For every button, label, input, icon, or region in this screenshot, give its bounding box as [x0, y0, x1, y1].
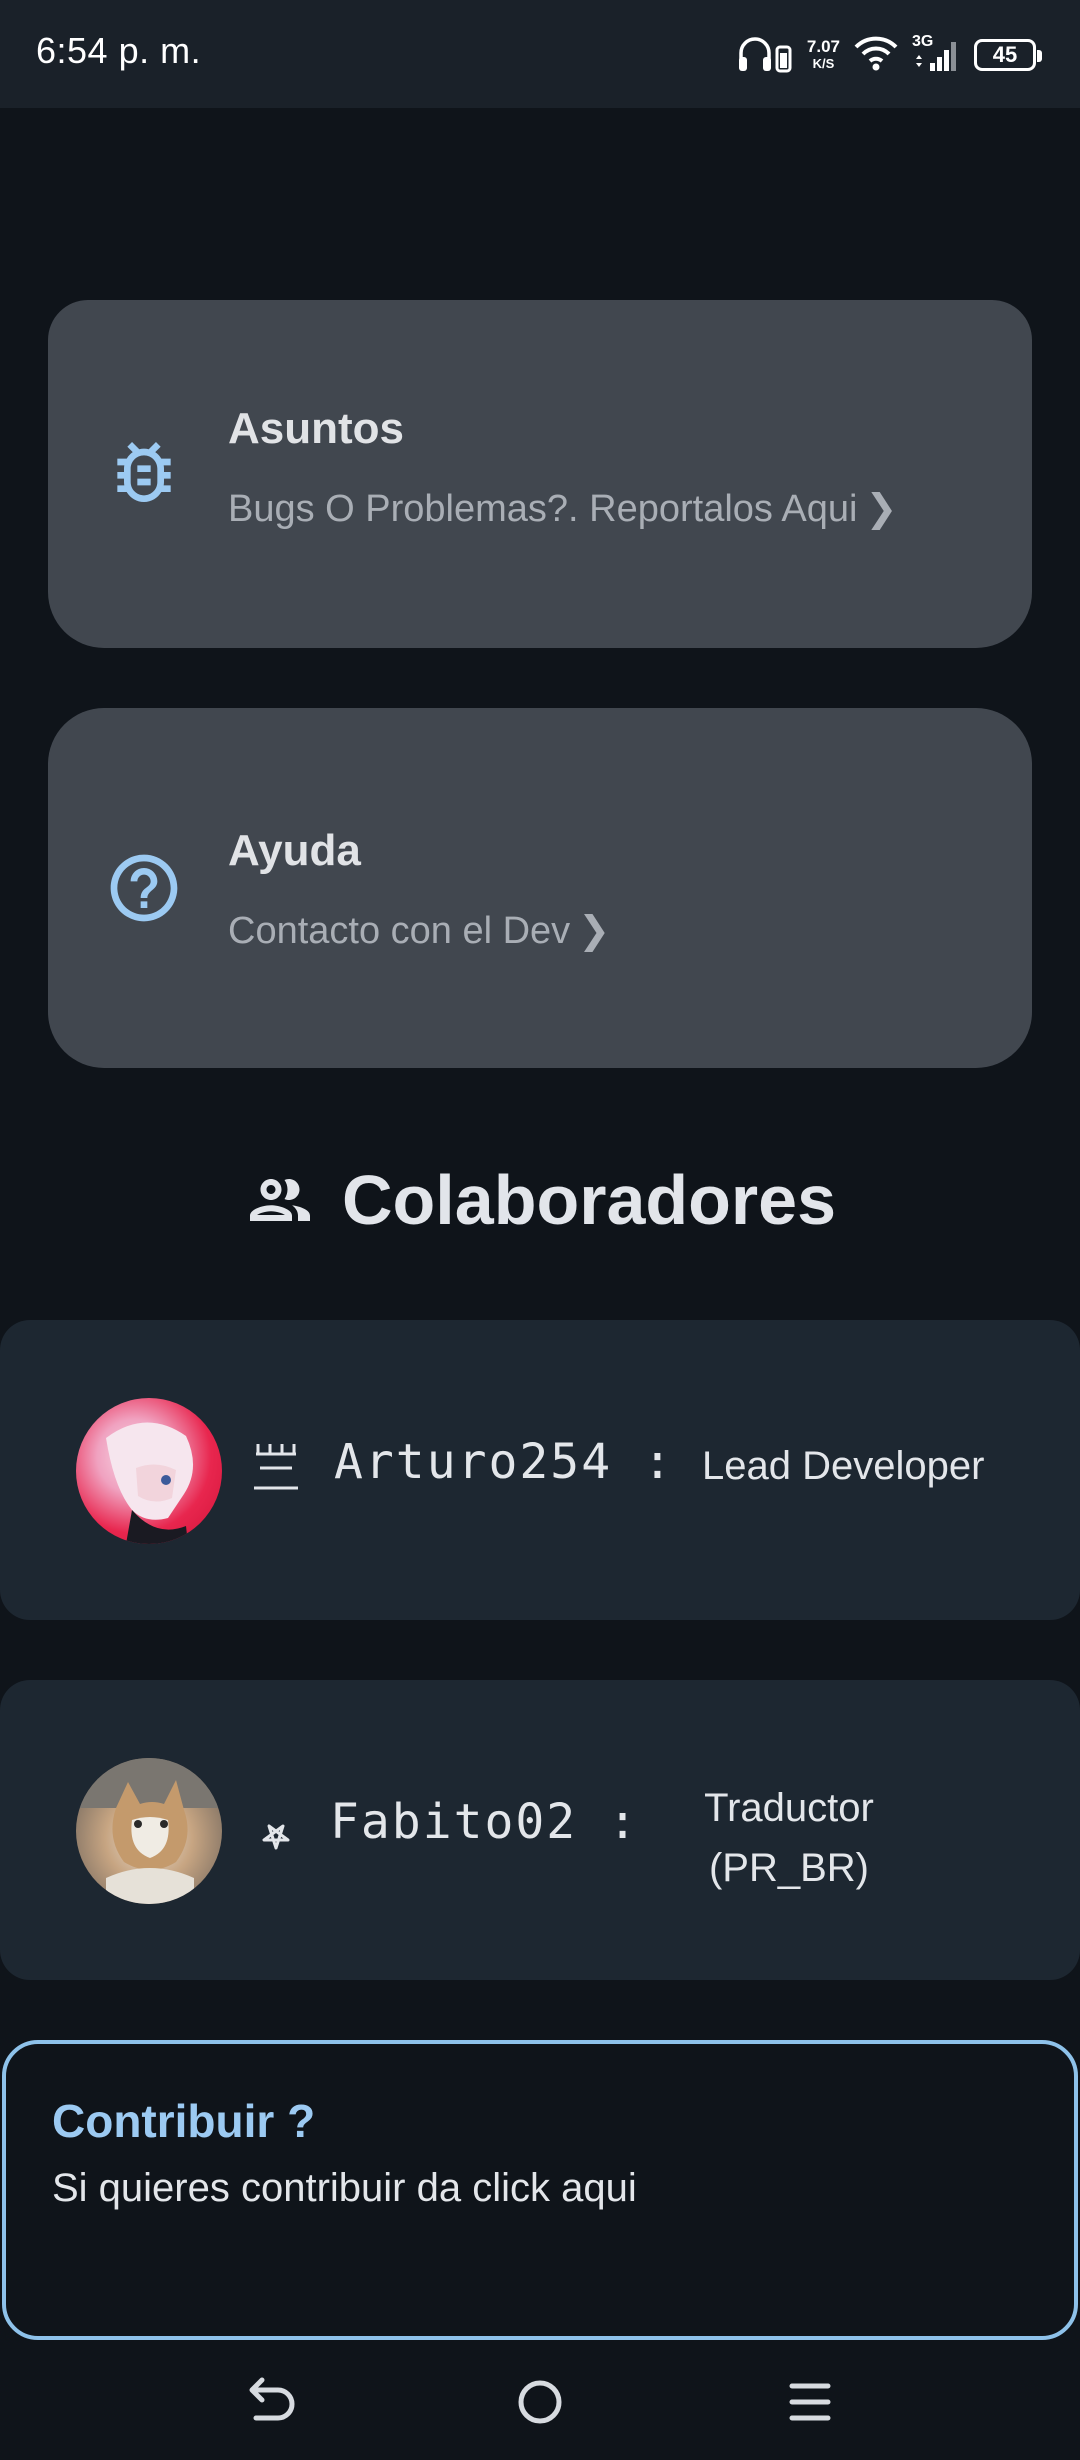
contribute-subtitle: Si quieres contribuir da click aqui — [52, 2166, 637, 2210]
contribute-card[interactable]: Contribuir ? Si quieres contribuir da cl… — [2, 2040, 1078, 2340]
battery-level: 45 — [992, 42, 1018, 67]
issues-card[interactable]: Asuntos Bugs O Problemas?. Reportalos Aq… — [48, 300, 1032, 648]
bug-icon — [104, 432, 184, 512]
network-speed: 7.07 K/S — [807, 38, 840, 72]
issues-subtitle-text: Bugs O Problemas?. Reportalos Aqui — [228, 488, 858, 530]
network-speed-value: 7.07 — [806, 37, 840, 56]
status-bar: 6:54 p. m. 7.07 K/S 3G 45 — [0, 0, 1080, 108]
home-icon[interactable] — [510, 2372, 570, 2432]
battery-icon: 45 — [974, 39, 1042, 71]
menu-icon[interactable] — [780, 2372, 840, 2432]
collaborator-separator: : — [608, 1794, 639, 1850]
help-card[interactable]: Ayuda Contacto con el Dev ❯ — [48, 708, 1032, 1068]
back-icon[interactable] — [240, 2372, 300, 2432]
collaborator-role: Lead Developer — [702, 1444, 985, 1488]
status-icons: 7.07 K/S 3G 45 — [737, 30, 1042, 80]
avatar — [76, 1398, 222, 1544]
contribute-title: Contribuir ? — [52, 2095, 316, 2147]
collaborator-name: Arturo254 : — [334, 1434, 674, 1490]
chevron-right-icon: ❯ — [578, 910, 611, 952]
collaborator-card[interactable]: Fabito02 : Traductor (PR_BR) — [0, 1680, 1080, 1980]
collaborator-name: Fabito02 : — [330, 1794, 639, 1850]
avatar — [76, 1758, 222, 1904]
collaborator-name-text: Fabito02 — [330, 1794, 578, 1850]
network-speed-unit: K/S — [812, 56, 835, 71]
issues-title: Asuntos — [228, 404, 404, 453]
cellular-signal-icon: 3G — [912, 33, 960, 73]
collaborator-role: Traductor (PR_BR) — [704, 1786, 874, 1890]
help-subtitle-text: Contacto con el Dev — [228, 910, 571, 952]
status-time: 6:54 p. m. — [36, 30, 202, 71]
collaborator-card[interactable]: Arturo254 : Lead Developer — [0, 1320, 1080, 1620]
chevron-right-icon: ❯ — [865, 488, 898, 530]
people-icon — [244, 1164, 316, 1236]
help-circle-icon — [104, 848, 184, 928]
collaborators-heading: Colaboradores — [0, 1160, 1080, 1240]
wifi-icon — [854, 35, 898, 76]
headphones-icon — [737, 33, 793, 78]
pentagram-icon — [252, 1800, 300, 1856]
collaborators-title: Colaboradores — [342, 1161, 836, 1239]
help-title: Ayuda — [228, 826, 361, 875]
issues-subtitle: Bugs O Problemas?. Reportalos Aqui ❯ — [228, 486, 897, 531]
lead-developer-icon — [252, 1440, 300, 1496]
collaborator-name-text: Arturo254 — [334, 1434, 613, 1490]
collaborator-separator: : — [643, 1434, 674, 1490]
help-subtitle: Contacto con el Dev ❯ — [228, 908, 610, 953]
navigation-bar — [0, 2346, 1080, 2460]
